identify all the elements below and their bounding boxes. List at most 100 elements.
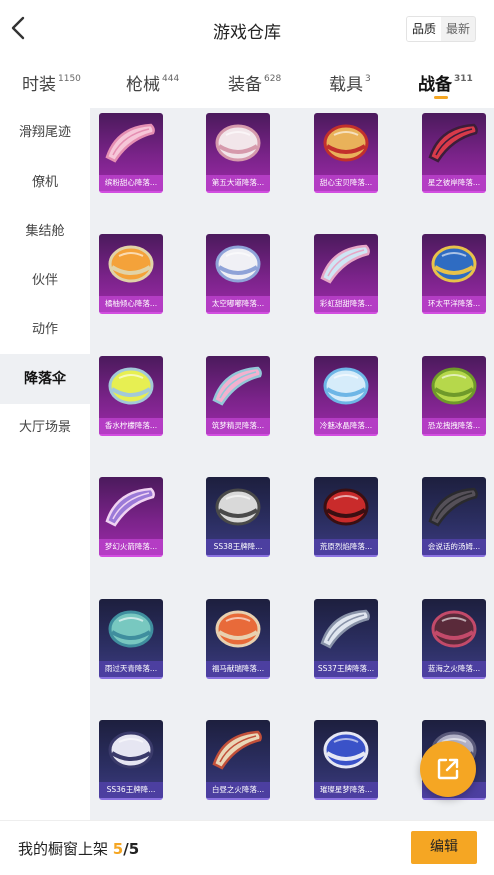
sidebar-item-emote[interactable]: 动作 bbox=[0, 305, 90, 355]
tab-active-indicator bbox=[434, 96, 448, 99]
parachute-dinosaur-icon bbox=[431, 367, 477, 405]
sidebar-item-wingman[interactable]: 僚机 bbox=[0, 158, 90, 208]
item-name: 彩虹甜甜降落... bbox=[314, 296, 378, 312]
item-card[interactable]: 缤粉甜心降落... bbox=[99, 113, 163, 193]
parachute-lucky-horse-icon bbox=[215, 610, 261, 648]
item-name: 福马献瑞降落... bbox=[206, 661, 270, 677]
tab-count: 3 bbox=[365, 74, 371, 84]
parachute-star-dream-icon bbox=[323, 731, 369, 769]
tab-fashion[interactable]: 时装 1150 bbox=[22, 70, 81, 95]
item-card[interactable]: 福马献瑞降落... bbox=[206, 599, 270, 679]
item-card[interactable]: 太空嘟嘟降落... bbox=[206, 234, 270, 314]
item-name: 白昼之火降落... bbox=[206, 782, 270, 798]
parachute-ss36-icon bbox=[108, 731, 154, 769]
tab-weapons[interactable]: 枪械 444 bbox=[126, 70, 179, 95]
item-grid: 缤粉甜心降落... 第五大道降落... 甜心宝贝降落... 星之彼岸降落... 橘柚倾心… bbox=[90, 108, 494, 820]
tab-count: 444 bbox=[162, 74, 180, 84]
parachute-blue-sea-fire-icon bbox=[431, 610, 477, 648]
parachute-wasteland-flame-icon bbox=[323, 488, 369, 526]
header: 游戏仓库 品质 最新 bbox=[0, 0, 494, 58]
item-card[interactable]: 筑梦精灵降落... bbox=[206, 356, 270, 436]
item-name: 雨过天青降落... bbox=[99, 661, 163, 677]
item-card[interactable]: 星之彼岸降落... bbox=[422, 113, 486, 193]
item-name: SS36王牌降... bbox=[99, 782, 163, 798]
item-card[interactable]: SS37王牌降落... bbox=[314, 599, 378, 679]
item-name: SS37王牌降落... bbox=[314, 661, 378, 677]
item-card[interactable]: 甜心宝贝降落... bbox=[314, 113, 378, 193]
parachute-rainbow-icon bbox=[320, 244, 370, 284]
item-card[interactable]: 雨过天青降落... bbox=[99, 599, 163, 679]
sidebar-item-lobby-scene[interactable]: 大厅场景 bbox=[0, 403, 90, 453]
tab-equipment[interactable]: 装备 628 bbox=[228, 70, 281, 95]
parachute-ice-crystal-icon bbox=[323, 367, 369, 405]
parachute-ss37-icon bbox=[320, 609, 370, 649]
item-name: 甜心宝贝降落... bbox=[314, 175, 378, 191]
sidebar-item-glide-trail[interactable]: 滑翔尾迹 bbox=[0, 108, 90, 158]
item-name: 荒原烈焰降落... bbox=[314, 539, 378, 555]
tab-label: 装备 bbox=[228, 75, 262, 95]
sort-option-latest[interactable]: 最新 bbox=[441, 17, 475, 41]
item-card[interactable]: 荒原烈焰降落... bbox=[314, 477, 378, 557]
item-card[interactable]: 香水柠檬降落... bbox=[99, 356, 163, 436]
sort-option-quality[interactable]: 品质 bbox=[406, 17, 441, 41]
item-card[interactable]: SS36王牌降... bbox=[99, 720, 163, 800]
item-card[interactable]: 冷魅冰晶降落... bbox=[314, 356, 378, 436]
item-card[interactable]: 梦幻火箭降落... bbox=[99, 477, 163, 557]
item-card[interactable]: 会说话的汤姆... bbox=[422, 477, 486, 557]
tab-label: 载具 bbox=[329, 75, 363, 95]
edit-button[interactable]: 编辑 bbox=[411, 831, 477, 864]
parachute-citrus-icon bbox=[108, 245, 154, 283]
item-name: 橘柚倾心降落... bbox=[99, 296, 163, 312]
parachute-talking-tom-icon bbox=[428, 487, 478, 527]
item-card[interactable]: 环太平洋降落... bbox=[422, 234, 486, 314]
showcase-total-count: 5 bbox=[128, 840, 140, 858]
tab-label: 时装 bbox=[22, 75, 56, 95]
item-card[interactable]: 橘柚倾心降落... bbox=[99, 234, 163, 314]
item-name: 第五大道降落... bbox=[206, 175, 270, 191]
item-name: 缤粉甜心降落... bbox=[99, 175, 163, 191]
parachute-ss38-icon bbox=[215, 488, 261, 526]
item-card[interactable]: 第五大道降落... bbox=[206, 113, 270, 193]
item-card[interactable]: 恐龙拽拽降落... bbox=[422, 356, 486, 436]
item-name: 璀璨星梦降落... bbox=[314, 782, 378, 798]
sidebar-item-companion[interactable]: 伙伴 bbox=[0, 256, 90, 306]
parachute-sweetheart-icon bbox=[323, 124, 369, 162]
share-external-icon bbox=[437, 758, 459, 780]
sidebar-item-parachute[interactable]: 降落伞 bbox=[0, 354, 90, 404]
item-name: 梦幻火箭降落... bbox=[99, 539, 163, 555]
parachute-starry-shore-icon bbox=[428, 123, 478, 163]
share-button[interactable] bbox=[420, 741, 476, 797]
item-name: 冷魅冰晶降落... bbox=[314, 418, 378, 434]
item-name: 会说话的汤姆... bbox=[422, 539, 486, 555]
tab-label: 枪械 bbox=[126, 75, 160, 95]
item-name: 太空嘟嘟降落... bbox=[206, 296, 270, 312]
parachute-space-icon bbox=[215, 245, 261, 283]
parachute-pacific-rim-icon bbox=[431, 245, 477, 283]
item-card[interactable]: SS38王牌降... bbox=[206, 477, 270, 557]
tab-count: 628 bbox=[264, 74, 282, 84]
parachute-pink-heart-icon bbox=[105, 123, 155, 163]
sidebar: 滑翔尾迹 僚机 集结舱 伙伴 动作 降落伞 大厅场景 bbox=[0, 108, 90, 820]
item-card[interactable]: 蓝海之火降落... bbox=[422, 599, 486, 679]
item-name: 筑梦精灵降落... bbox=[206, 418, 270, 434]
sort-toggle: 品质 最新 bbox=[405, 16, 476, 42]
tab-vehicles[interactable]: 载具 3 bbox=[329, 70, 371, 95]
showcase-label: 我的橱窗上架 bbox=[18, 840, 109, 858]
showcase-status: 我的橱窗上架 5/5 bbox=[18, 838, 139, 859]
item-card[interactable]: 彩虹甜甜降落... bbox=[314, 234, 378, 314]
item-card[interactable]: 白昼之火降落... bbox=[206, 720, 270, 800]
item-name: 环太平洋降落... bbox=[422, 296, 486, 312]
parachute-azure-icon bbox=[108, 610, 154, 648]
parachute-lemon-icon bbox=[108, 367, 154, 405]
sidebar-item-assembly-pod[interactable]: 集结舱 bbox=[0, 207, 90, 257]
parachute-daylight-fire-icon bbox=[212, 730, 262, 770]
showcase-current-count: 5 bbox=[112, 840, 124, 858]
item-name: 香水柠檬降落... bbox=[99, 418, 163, 434]
item-name: 蓝海之火降落... bbox=[422, 661, 486, 677]
tab-count: 311 bbox=[454, 74, 473, 84]
parachute-fifth-avenue-icon bbox=[215, 124, 261, 162]
item-name: SS38王牌降... bbox=[206, 539, 270, 555]
item-card[interactable]: 璀璨星梦降落... bbox=[314, 720, 378, 800]
tab-readiness[interactable]: 战备 311 bbox=[418, 70, 473, 99]
item-name: 星之彼岸降落... bbox=[422, 175, 486, 191]
